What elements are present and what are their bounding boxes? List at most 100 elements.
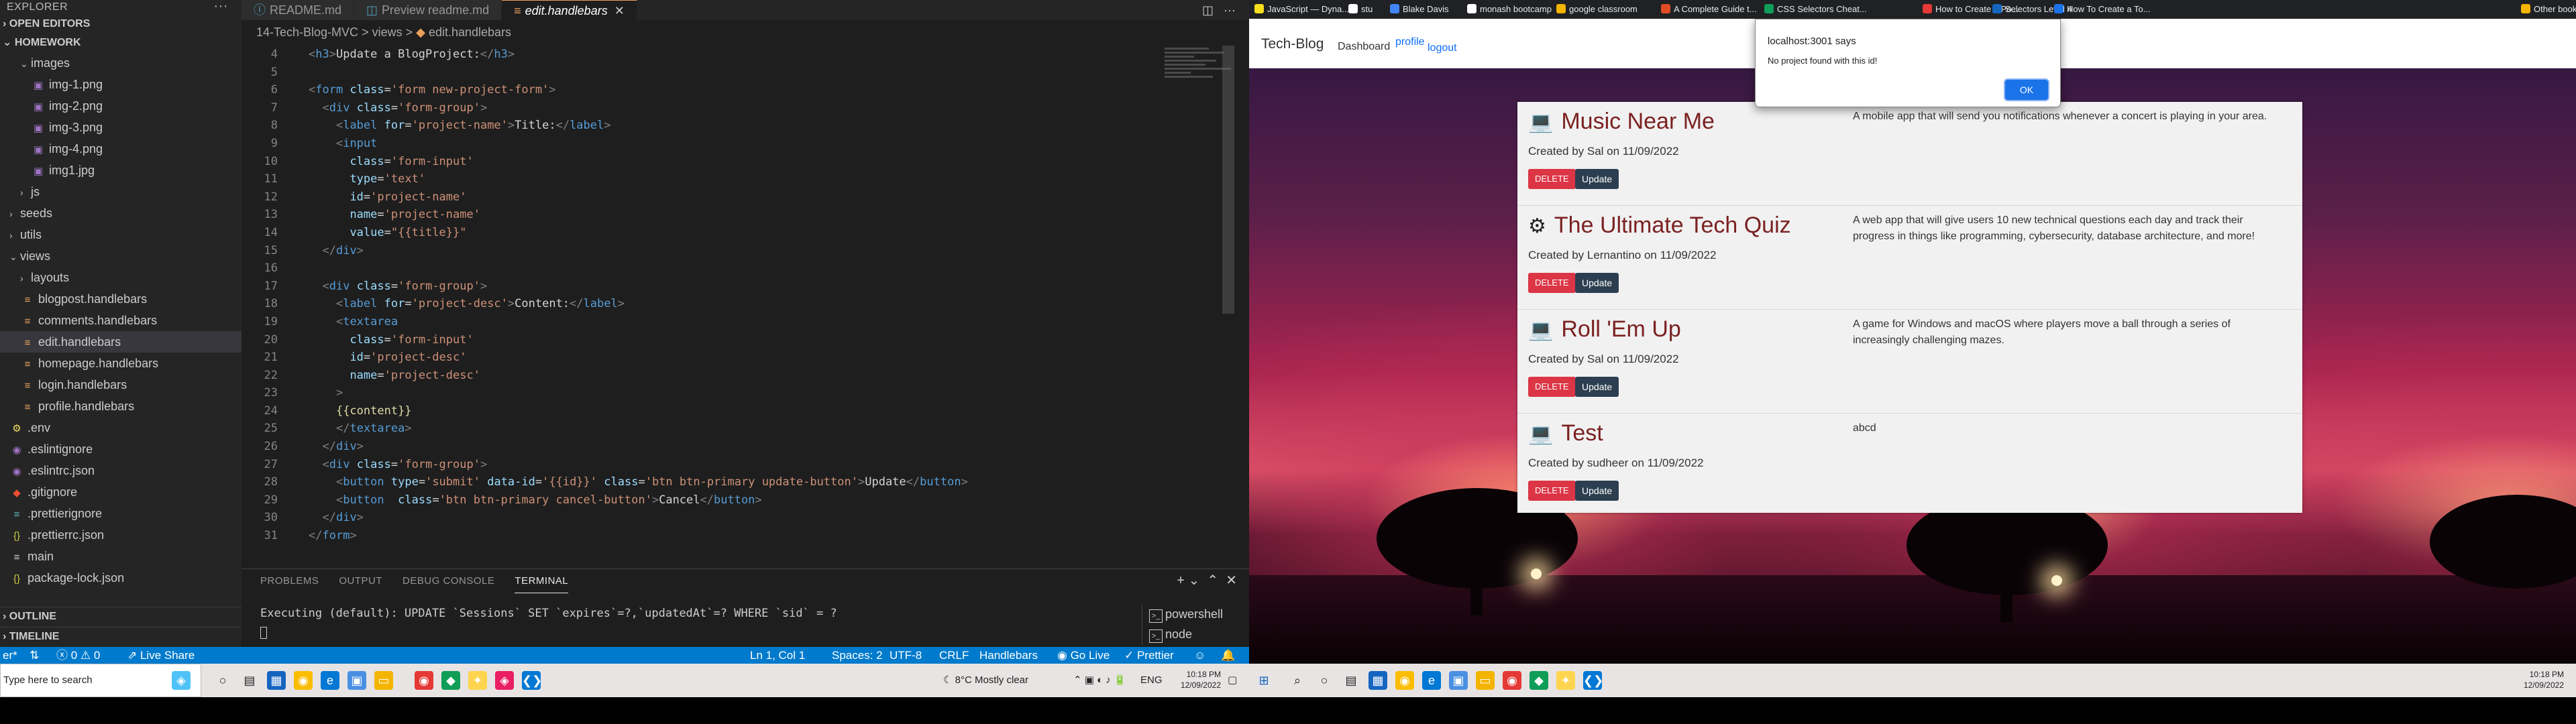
photos-icon[interactable]: ✦ (1556, 671, 1575, 690)
code-line[interactable]: 25 </textarea> (241, 420, 1234, 438)
task-view-icon[interactable]: ○ (1315, 671, 1334, 690)
start-icon[interactable]: ⊞ (1254, 671, 1273, 690)
clock[interactable]: 10:18 PM 12/09/2022 (2510, 669, 2564, 690)
tree-item[interactable]: ≡ homepage.handlebars (0, 353, 241, 374)
tree-item[interactable]: ⌄ views (0, 245, 241, 267)
tree-item[interactable]: ▣ img1.jpg (0, 160, 241, 181)
project-title[interactable]: 💻 Test (1528, 420, 1603, 446)
tree-item[interactable]: › seeds (0, 202, 241, 224)
status-spaces[interactable]: Spaces: 2 (832, 647, 883, 664)
code-line[interactable]: 16 (241, 259, 1234, 278)
breadcrumb-item[interactable]: views (372, 25, 402, 39)
panel-tab-problems[interactable]: PROBLEMS (260, 569, 319, 593)
editor-scrollbar[interactable] (1222, 46, 1234, 314)
photos-icon[interactable]: ✦ (468, 671, 487, 690)
delete-button[interactable]: DELETE (1528, 481, 1576, 501)
close-icon[interactable]: ✕ (614, 4, 625, 17)
terminal-item-powershell[interactable]: >_ powershell (1142, 604, 1249, 624)
code-line[interactable]: 15 </div> (241, 242, 1234, 260)
tree-item[interactable]: ◆ .gitignore (0, 481, 241, 503)
code-line[interactable]: 17 <div class='form-group'> (241, 278, 1234, 296)
tree-item[interactable]: {} .prettierrc.json (0, 524, 241, 546)
chrome-profile-icon[interactable]: ◉ (415, 671, 433, 690)
file-explorer-icon[interactable]: ▭ (1476, 671, 1495, 690)
status-prettier[interactable]: ✓ Prettier (1124, 647, 1174, 664)
code-line[interactable]: 7 <div class='form-group'> (241, 99, 1234, 117)
clock[interactable]: 10:18 PM 12/09/2022 (1167, 669, 1221, 690)
bookmark-item[interactable]: A Complete Guide t... (1661, 0, 1757, 19)
bookmark-item[interactable]: stu (1348, 0, 1373, 19)
nav-profile[interactable]: profile (1395, 36, 1425, 48)
tree-item[interactable]: ▣ img-1.png (0, 74, 241, 95)
code-editor[interactable]: 4 <h3>Update a BlogProject:</h3> 5 6 <form c… (241, 46, 1234, 563)
search-icon[interactable]: ⌕ (1288, 671, 1307, 690)
code-line[interactable]: 19 <textarea (241, 313, 1234, 331)
tree-item[interactable]: ≡ login.handlebars (0, 374, 241, 396)
tree-item[interactable]: ≡ .prettierignore (0, 503, 241, 524)
maximize-panel-icon[interactable]: ⌃ (1207, 573, 1218, 588)
code-line[interactable]: 4 <h3>Update a BlogProject:</h3> (241, 46, 1234, 64)
timeline-section[interactable]: › TIMELINE (0, 627, 241, 646)
file-explorer-icon[interactable]: ▭ (374, 671, 393, 690)
close-icon[interactable]: ✕ (1226, 573, 1237, 588)
app-icon[interactable]: ◈ (495, 671, 514, 690)
taskbar-search[interactable]: Type here to search (0, 664, 201, 697)
more-actions-icon[interactable]: ··· (1224, 3, 1236, 17)
chrome-icon[interactable]: ◉ (294, 671, 313, 690)
delete-button[interactable]: DELETE (1528, 273, 1576, 293)
widgets-icon[interactable]: ▤ (1342, 671, 1360, 690)
tree-item[interactable]: ◉ .eslintignore (0, 438, 241, 460)
bookmark-item[interactable]: Other bookmarks (2521, 0, 2576, 19)
bookmark-item[interactable]: CSS Selectors Cheat... (1764, 0, 1867, 19)
editor-tab[interactable]: ◫ Preview readme.md (354, 0, 502, 20)
bookmark-item[interactable]: JavaScript — Dyna... (1254, 0, 1349, 19)
update-button[interactable]: Update (1575, 169, 1619, 189)
tray-icons[interactable]: ⌃ ▣ ◐ ♪ 🔋 (1073, 664, 1126, 697)
code-line[interactable]: 29 <button class='btn btn-primary cancel… (241, 491, 1234, 509)
code-line[interactable]: 12 id='project-name' (241, 188, 1234, 206)
update-button[interactable]: Update (1575, 377, 1619, 397)
edge-icon[interactable]: e (1422, 671, 1441, 690)
tree-item[interactable]: ▣ img-2.png (0, 95, 241, 117)
ok-button[interactable]: OK (2005, 80, 2048, 100)
panel-tab-terminal[interactable]: TERMINAL (515, 569, 569, 593)
panel-tab-debug-console[interactable]: DEBUG CONSOLE (402, 569, 494, 593)
news-icon[interactable]: ▦ (1368, 671, 1387, 690)
tree-item[interactable]: ≡ main (0, 546, 241, 567)
status-language[interactable]: Handlebars (979, 647, 1038, 664)
outline-section[interactable]: › OUTLINE (0, 607, 241, 625)
site-brand[interactable]: Tech-Blog (1261, 36, 1324, 52)
code-line[interactable]: 21 id='project-desc' (241, 349, 1234, 367)
code-line[interactable]: 28 <button type='submit' data-id='{{id}}… (241, 473, 1234, 491)
code-line[interactable]: 20 class='form-input' (241, 331, 1234, 349)
code-line[interactable]: 8 <label for='project-name'>Title:</labe… (241, 117, 1234, 135)
more-actions-icon[interactable]: ··· (214, 0, 228, 13)
editor-tab[interactable]: ⓘ README.md (241, 0, 355, 20)
app-icon[interactable]: ◆ (1529, 671, 1548, 690)
breadcrumb-item[interactable]: 14-Tech-Blog-MVC (256, 25, 358, 39)
open-editors-section[interactable]: › OPEN EDITORS (0, 15, 241, 34)
split-editor-icon[interactable]: ◫ (1202, 3, 1214, 17)
status-branch[interactable]: er* (3, 647, 17, 664)
project-title[interactable]: 💻 Roll 'Em Up (1528, 316, 1681, 343)
tree-item[interactable]: ≡ edit.handlebars (0, 331, 241, 353)
search-highlight-icon[interactable]: ◈ (172, 671, 191, 690)
delete-button[interactable]: DELETE (1528, 377, 1576, 397)
store-icon[interactable]: ▣ (1449, 671, 1468, 690)
bookmark-item[interactable]: monash bootcamp (1467, 0, 1552, 19)
breadcrumb-item[interactable]: edit.handlebars (429, 25, 511, 39)
bookmark-item[interactable]: How To Create a To... (2054, 0, 2151, 19)
update-button[interactable]: Update (1575, 273, 1619, 293)
tree-item[interactable]: ≡ profile.handlebars (0, 396, 241, 417)
code-line[interactable]: 5 (241, 64, 1234, 82)
tree-item[interactable]: ⚙ .env (0, 417, 241, 438)
status-position[interactable]: Ln 1, Col 1 (750, 647, 805, 664)
chrome-profile-icon[interactable]: ◉ (1503, 671, 1521, 690)
tree-item[interactable]: › layouts (0, 267, 241, 288)
tree-item[interactable]: ▣ img-3.png (0, 117, 241, 138)
code-line[interactable]: 6 <form class='form new-project-form'> (241, 81, 1234, 99)
chevron-down-icon[interactable]: ⌄ (1188, 573, 1199, 588)
bookmark-item[interactable]: Blake Davis (1390, 0, 1449, 19)
feedback-icon[interactable]: ☺ (1194, 647, 1205, 664)
status-eol[interactable]: CRLF (939, 647, 969, 664)
